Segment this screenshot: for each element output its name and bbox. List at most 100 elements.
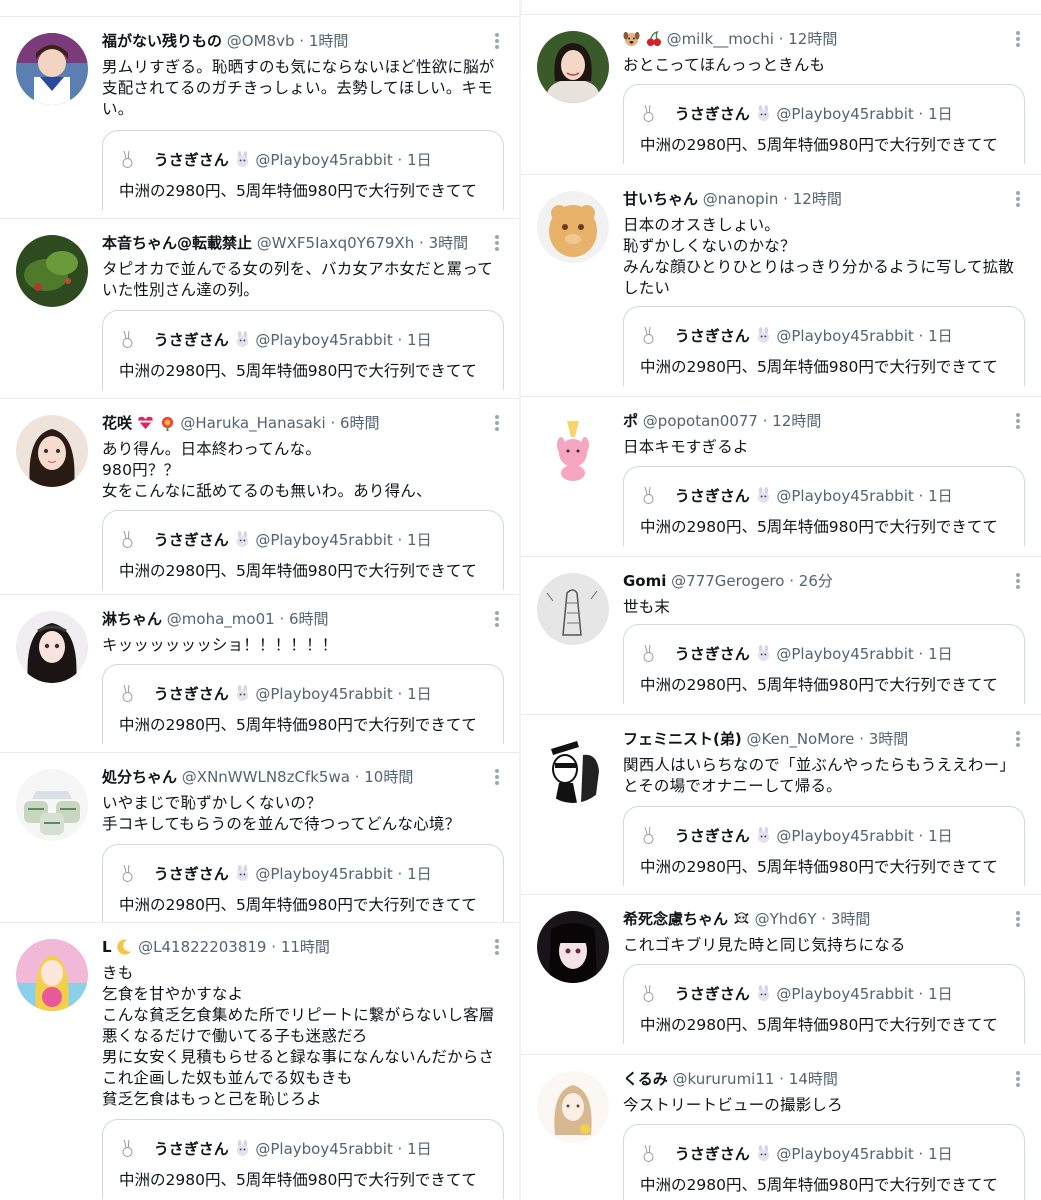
separator-dot: · (397, 685, 403, 703)
quoted-tweet[interactable]: うさぎさん @Playboy45rabbit · 1日 中洲の2980円、5周年… (623, 466, 1025, 546)
display-name[interactable]: 淋ちゃん (102, 610, 162, 628)
tweet-card[interactable]: 淋ちゃん @moha_mo01 · 6時間 キッッッッッッショ！！！！！！ うさ… (0, 594, 520, 752)
more-options-icon[interactable] (1015, 909, 1021, 929)
tweet-card[interactable]: 花咲 @Haruka_Hanasaki · 6時間 あり得ん。日本終わってんな。… (0, 398, 520, 594)
avatar[interactable] (16, 235, 88, 307)
quoted-tweet[interactable]: うさぎさん @Playboy45rabbit · 1日 中洲の2980円、5周年… (623, 806, 1025, 886)
display-name[interactable]: Gomi (623, 572, 666, 590)
quoted-tweet[interactable]: うさぎさん @Playboy45rabbit · 1日 中洲の2980円、5周年… (102, 844, 504, 922)
more-options-icon[interactable] (1015, 1069, 1021, 1089)
timestamp[interactable]: 14時間 (789, 1070, 838, 1088)
tweet-card[interactable]: くるみ @kururumi11 · 14時間 今ストリートビューの撮影しろ うさ… (521, 1054, 1041, 1200)
user-handle[interactable]: @Haruka_Hanasaki (180, 414, 325, 432)
quoted-tweet[interactable]: うさぎさん @Playboy45rabbit · 1日 中洲の2980円、5周年… (623, 306, 1025, 386)
quoted-tweet[interactable]: うさぎさん @Playboy45rabbit · 1日 中洲の2980円、5周年… (102, 510, 504, 590)
quoted-tweet[interactable]: うさぎさん @Playboy45rabbit · 1日 中洲の2980円、5周年… (102, 310, 504, 390)
timestamp[interactable]: 11時間 (281, 938, 330, 956)
user-handle[interactable]: @nanopin (703, 190, 779, 208)
timestamp[interactable]: 3時間 (429, 234, 469, 252)
more-options-icon[interactable] (494, 767, 500, 787)
tweet-card[interactable]: 本音ちゃん@転載禁止 @WXF5Iaxq0Y679Xh · 3時間 タピオカで並… (0, 218, 520, 398)
tweet-card[interactable]: 甘いちゃん @nanopin · 12時間 日本のオスきしょい。 恥ずかしくない… (521, 174, 1041, 396)
quoted-tweet[interactable]: うさぎさん @Playboy45rabbit · 1日 中洲の2980円、5周年… (623, 624, 1025, 704)
display-name[interactable]: 花咲 (102, 414, 132, 432)
tweet-card[interactable]: Gomi @777Gerogero · 26分 世も末 うさぎさん @Playb… (521, 556, 1041, 714)
more-options-icon[interactable] (494, 937, 500, 957)
quoted-tweet[interactable]: うさぎさん @Playboy45rabbit · 1日 中洲の2980円、5周年… (102, 130, 504, 210)
timestamp[interactable]: 6時間 (289, 610, 329, 628)
avatar[interactable] (537, 31, 609, 103)
avatar[interactable] (537, 191, 609, 263)
more-options-icon[interactable] (1015, 411, 1021, 431)
avatar[interactable] (16, 939, 88, 1011)
timestamp[interactable]: 6時間 (340, 414, 380, 432)
more-options-icon[interactable] (494, 31, 500, 51)
separator-dot: · (859, 730, 864, 748)
timestamp[interactable]: 26分 (799, 572, 833, 590)
user-handle[interactable]: @kururumi11 (672, 1070, 774, 1088)
quoted-display-name: うさぎさん (153, 1140, 229, 1158)
tweet-card[interactable]: フェミニスト(弟) @Ken_NoMore · 3時間 関西人はいらちなので「並… (521, 714, 1041, 894)
more-options-icon[interactable] (494, 413, 500, 433)
avatar[interactable] (16, 769, 88, 841)
tweet-card[interactable]: @milk__mochi · 12時間 おとこってほんっっときんも うさぎさん … (521, 14, 1041, 174)
more-options-icon[interactable] (1015, 29, 1021, 49)
display-name[interactable]: 本音ちゃん@転載禁止 (102, 234, 252, 252)
tweet-card[interactable]: L @L41822203819 · 11時間 きも 乞食を甘やかすなよ こんな貧… (0, 922, 520, 1200)
timestamp[interactable]: 3時間 (869, 730, 909, 748)
avatar[interactable] (537, 413, 609, 485)
display-name[interactable]: 福がない残りもの (102, 32, 222, 50)
more-options-icon[interactable] (1015, 189, 1021, 209)
more-options-icon[interactable] (494, 609, 500, 629)
quoted-handle: @Playboy45rabbit (255, 531, 393, 549)
quoted-tweet[interactable]: うさぎさん @Playboy45rabbit · 1日 中洲の2980円、5周年… (623, 964, 1025, 1044)
user-handle[interactable]: @L41822203819 (138, 938, 266, 956)
avatar[interactable] (537, 573, 609, 645)
display-name[interactable]: L (102, 938, 112, 956)
tweet-card[interactable]: 希死念慮ちゃん @Yhd6Y · 3時間 これゴキブリ見た時と同じ気持ちになる … (521, 894, 1041, 1054)
quoted-timestamp: 1日 (928, 327, 953, 345)
user-handle[interactable]: @OM8vb (227, 32, 295, 50)
quoted-tweet[interactable]: うさぎさん @Playboy45rabbit · 1日 中洲の2980円、5周年… (102, 1119, 504, 1199)
tweet-card[interactable]: ポ @popotan0077 · 12時間 日本キモすぎるよ うさぎさん @Pl… (521, 396, 1041, 556)
timestamp[interactable]: 12時間 (788, 30, 837, 48)
quoted-tweet[interactable]: うさぎさん @Playboy45rabbit · 1日 中洲の2980円、5周年… (623, 84, 1025, 164)
tweet-text: タピオカで並んでる女の列を、バカ女アホ女だと罵って いた性別さん達の列。 (102, 260, 493, 299)
user-handle[interactable]: @Ken_NoMore (747, 730, 855, 748)
more-options-icon[interactable] (494, 233, 500, 253)
avatar[interactable] (16, 33, 88, 105)
user-handle[interactable]: @moha_mo01 (167, 610, 275, 628)
display-name[interactable]: 希死念慮ちゃん (623, 910, 728, 928)
user-handle[interactable]: @XNnWWLN8zCfk5wa (182, 768, 350, 786)
avatar[interactable] (537, 1071, 609, 1143)
timestamp[interactable]: 10時間 (364, 768, 413, 786)
quoted-text: 中洲の2980円、5周年特価980円で大行列できてて (640, 358, 998, 376)
display-name[interactable]: 処分ちゃん (102, 768, 177, 786)
user-handle[interactable]: @Yhd6Y (755, 910, 817, 928)
tweet-card[interactable]: 福がない残りもの @OM8vb · 1時間 男ムリすぎる。恥晒すのも気にならない… (0, 16, 520, 218)
tweet-text: 男ムリすぎる。恥晒すのも気にならないほど性欲に脳が 支配されてるのガチきっしょい… (102, 58, 495, 118)
more-options-icon[interactable] (1015, 729, 1021, 749)
quoted-display-name: うさぎさん (674, 487, 750, 505)
tweet-card[interactable]: 処分ちゃん @XNnWWLN8zCfk5wa · 10時間 いやまじで恥ずかしく… (0, 752, 520, 922)
flower-emoji-icon (159, 414, 176, 431)
timestamp[interactable]: 1時間 (309, 32, 349, 50)
avatar[interactable] (16, 415, 88, 487)
more-options-icon[interactable] (1015, 571, 1021, 591)
avatar[interactable] (16, 611, 88, 683)
user-handle[interactable]: @popotan0077 (643, 412, 758, 430)
avatar[interactable] (537, 911, 609, 983)
timestamp[interactable]: 12時間 (793, 190, 842, 208)
quoted-tweet[interactable]: うさぎさん @Playboy45rabbit · 1日 中洲の2980円、5周年… (102, 664, 504, 744)
avatar[interactable] (537, 731, 609, 803)
user-handle[interactable]: @WXF5Iaxq0Y679Xh (257, 234, 414, 252)
user-handle[interactable]: @milk__mochi (667, 30, 774, 48)
timestamp[interactable]: 12時間 (772, 412, 821, 430)
quoted-tweet[interactable]: うさぎさん @Playboy45rabbit · 1日 中洲の2980円、5周年… (623, 1124, 1025, 1200)
display-name[interactable]: フェミニスト(弟) (623, 730, 742, 748)
user-handle[interactable]: @777Gerogero (671, 572, 784, 590)
display-name[interactable]: 甘いちゃん (623, 190, 698, 208)
display-name[interactable]: ポ (623, 412, 638, 430)
display-name[interactable]: くるみ (623, 1070, 668, 1088)
timestamp[interactable]: 3時間 (831, 910, 871, 928)
